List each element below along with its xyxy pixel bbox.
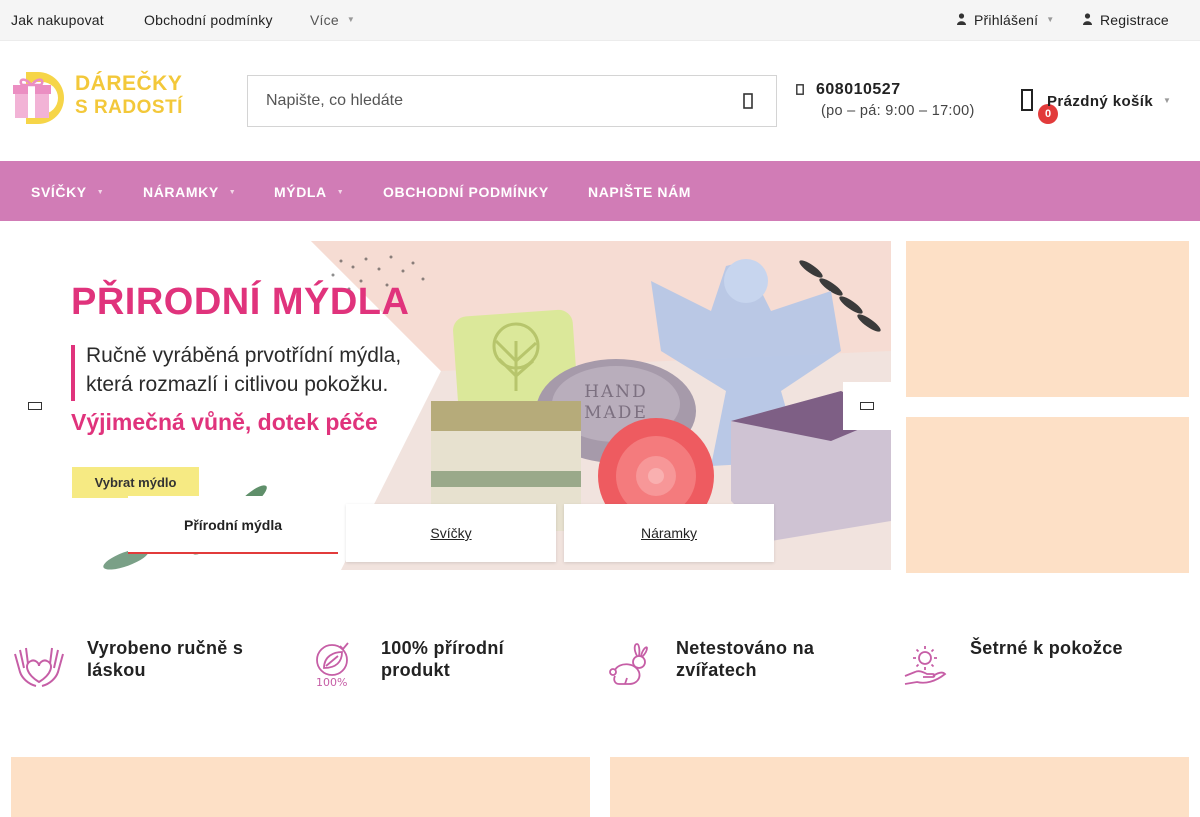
promo-tile-left[interactable]: [11, 757, 590, 817]
nav-item-svicky[interactable]: SVÍČKY ▼: [31, 184, 104, 200]
search-input[interactable]: [248, 76, 718, 126]
soap-stamp-hand: HAND: [584, 382, 648, 402]
cart-widget[interactable]: 0 Prázdný košík ▼: [1020, 84, 1180, 124]
slider-prev-button[interactable]: [11, 382, 59, 430]
benefit-natural: 100% 100% přírodní produkt: [314, 636, 604, 696]
benefit-text: 100% přírodní produkt: [381, 637, 504, 681]
benefit-line-1: Netestováno na: [676, 638, 815, 658]
side-banner-bottom[interactable]: [906, 417, 1189, 573]
nav-item-obchodni-podminky[interactable]: OBCHODNÍ PODMÍNKY: [383, 184, 549, 200]
banner-title: PŘIRODNÍ MÝDLA: [71, 281, 410, 323]
rabbit-icon: [609, 642, 649, 693]
topbar-more-label: Více: [310, 12, 339, 28]
chevron-down-icon: ▼: [346, 15, 355, 24]
logo-line-2: S RADOSTÍ: [75, 97, 183, 118]
logo-line-1: DÁREČKY: [75, 72, 183, 95]
register-link[interactable]: Registrace: [1083, 12, 1169, 28]
search-icon: [743, 93, 753, 109]
chevron-down-icon: ▼: [96, 189, 105, 196]
banner-cta-button[interactable]: Vybrat mýdlo: [72, 467, 199, 498]
login-link[interactable]: Přihlášení ▼: [957, 12, 1054, 28]
side-banner-top[interactable]: [906, 241, 1189, 397]
benefit-line-1: Vyrobeno ručně s: [87, 638, 244, 658]
slider-tab-prirodni-mydla[interactable]: Přírodní mýdla: [128, 496, 338, 554]
benefit-cruelty-free: Netestováno na zvířatech: [609, 636, 899, 696]
banner-tagline: Výjimečná vůně, dotek péče: [71, 409, 378, 435]
chevron-down-icon: ▼: [1046, 15, 1055, 24]
nav-item-label: NÁRAMKY: [143, 184, 219, 200]
chevron-down-icon: ▼: [228, 189, 237, 196]
nav-item-napiste-nam[interactable]: NAPIŠTE NÁM: [588, 184, 691, 200]
banner-subtitle-line-2: která rozmazlí i citlivou pokožku.: [86, 373, 389, 396]
logo-wordmark: DÁREČKY S RADOSTÍ: [75, 72, 183, 120]
benefit-gentle: Šetrné k pokožce: [903, 636, 1193, 696]
benefit-text: Vyrobeno ručně s láskou: [87, 637, 243, 681]
main-nav: SVÍČKY ▼ NÁRAMKY ▼ MÝDLA ▼ OBCHODNÍ PODMÍNK…: [0, 161, 1200, 221]
top-bar: Jak nakupovat Obchodní podmínky Více ▼ Př…: [0, 0, 1200, 41]
user-plus-icon: [1083, 12, 1092, 28]
banner-subtitle: Ručně vyráběná prvotřídní mýdla, která r…: [86, 341, 401, 399]
soap-stamp-made: MADE: [584, 403, 648, 423]
benefit-line-1: Šetrné k pokožce: [970, 638, 1123, 658]
phone-number[interactable]: 608010527: [816, 81, 901, 99]
promo-tile-right[interactable]: [610, 757, 1189, 817]
banner-subtitle-line-1: Ručně vyráběná prvotřídní mýdla,: [86, 344, 402, 367]
active-tab-notch: [224, 487, 242, 496]
opening-hours: (po – pá: 9:00 – 17:00): [821, 103, 975, 119]
benefit-text: Šetrné k pokožce: [970, 637, 1123, 659]
benefit-handmade: Vyrobeno ručně s láskou: [12, 636, 302, 696]
topbar-link-how-to-shop[interactable]: Jak nakupovat: [11, 12, 104, 28]
benefit-line-2: láskou: [87, 660, 146, 680]
nav-item-mydla[interactable]: MÝDLA ▼: [274, 184, 344, 200]
chevron-down-icon: ▼: [336, 189, 345, 196]
svg-text:100%: 100%: [316, 676, 347, 688]
topbar-link-terms[interactable]: Obchodní podmínky: [144, 12, 273, 28]
login-label: Přihlášení: [974, 12, 1039, 28]
slider-next-button[interactable]: [843, 382, 891, 430]
phone-icon: [796, 84, 804, 98]
arrow-right-icon: [860, 402, 874, 410]
slider-tab-naramky[interactable]: Náramky: [564, 504, 774, 562]
nav-item-label: MÝDLA: [274, 184, 327, 200]
hand-sun-icon: [903, 642, 947, 693]
search-box: [247, 75, 777, 127]
user-icon: [957, 12, 966, 28]
banner-accent-line: [71, 345, 75, 401]
site-logo[interactable]: DÁREČKY S RADOSTÍ: [12, 70, 190, 126]
cart-icon: [1020, 88, 1034, 117]
natural-100-icon: 100%: [314, 642, 354, 693]
chevron-down-icon: ▼: [1163, 96, 1171, 105]
register-label: Registrace: [1100, 12, 1169, 28]
slider-tab-svicky[interactable]: Svíčky: [346, 504, 556, 562]
nav-item-label: SVÍČKY: [31, 184, 87, 200]
hands-heart-icon: [12, 642, 66, 693]
arrow-left-icon: [28, 402, 42, 410]
benefit-text: Netestováno na zvířatech: [676, 637, 814, 681]
nav-item-naramky[interactable]: NÁRAMKY ▼: [143, 184, 236, 200]
topbar-more-dropdown[interactable]: Více ▼: [310, 12, 355, 28]
benefit-line-1: 100% přírodní: [381, 638, 504, 658]
benefit-line-2: produkt: [381, 660, 451, 680]
gift-logo-icon: [13, 72, 64, 124]
search-button[interactable]: [720, 76, 776, 126]
benefit-line-2: zvířatech: [676, 660, 757, 680]
cart-label: Prázdný košík: [1047, 93, 1154, 110]
